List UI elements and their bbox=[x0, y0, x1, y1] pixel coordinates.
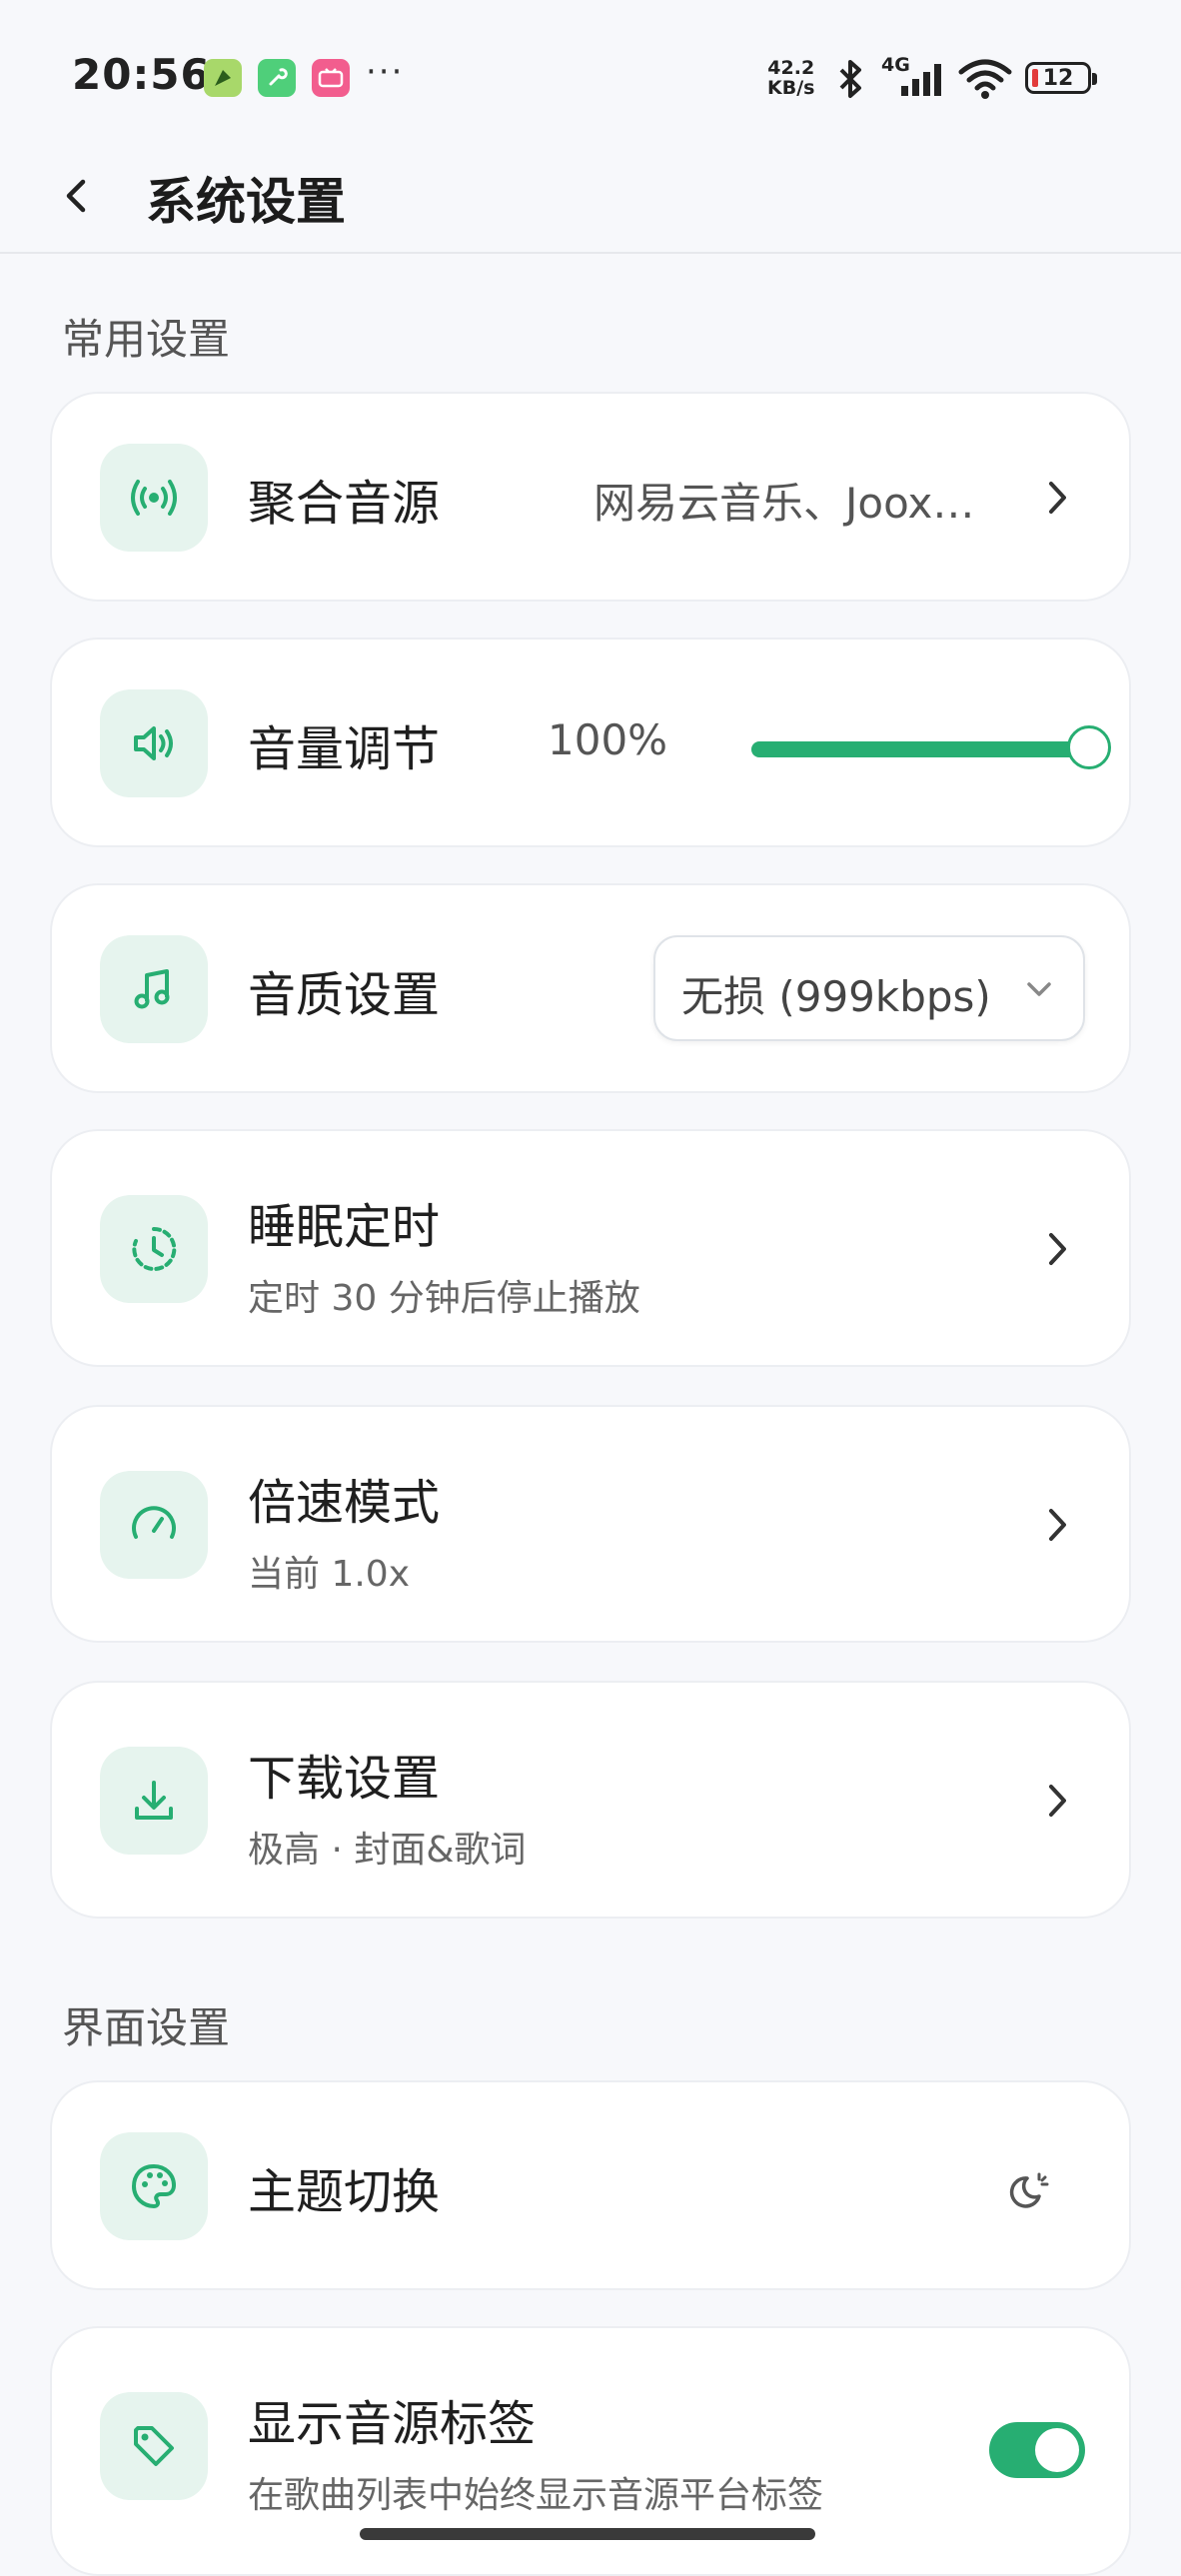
setting-card-speed[interactable]: 倍速模式 当前 1.0x bbox=[50, 1405, 1131, 1643]
theme-toggle-button[interactable] bbox=[1001, 2162, 1057, 2218]
setting-card-quality: 音质设置 无损 (999kbps) bbox=[50, 883, 1131, 1093]
quality-label: 音质设置 bbox=[248, 967, 441, 1023]
theme-icon-box bbox=[100, 2132, 208, 2240]
theme-label: 主题切换 bbox=[248, 2164, 441, 2220]
chevron-right-icon bbox=[1037, 1229, 1077, 1269]
bluetooth-icon bbox=[839, 60, 861, 98]
app-notification-icon-1 bbox=[204, 59, 242, 97]
volume-slider-thumb[interactable] bbox=[1067, 725, 1111, 769]
timer-icon bbox=[132, 1226, 177, 1271]
chevron-down-icon bbox=[1027, 982, 1051, 996]
music-note-icon bbox=[134, 969, 170, 1009]
quality-select[interactable]: 无损 (999kbps) bbox=[653, 935, 1085, 1041]
status-time: 20:56 bbox=[72, 50, 211, 99]
wifi-icon bbox=[958, 59, 1012, 99]
tag-icon-box bbox=[100, 2392, 208, 2500]
toggle-knob bbox=[1035, 2428, 1079, 2472]
setting-card-source[interactable]: 聚合音源 网易云音乐、Joox… bbox=[50, 392, 1131, 602]
volume-slider-fill bbox=[751, 741, 1089, 757]
cellular-signal-icon bbox=[901, 64, 941, 96]
download-icon bbox=[135, 1781, 173, 1820]
back-arrow-icon bbox=[66, 179, 86, 213]
network-speed-unit: KB/s bbox=[767, 77, 815, 99]
network-speed: 42.2 KB/s bbox=[767, 58, 814, 98]
tag-icon bbox=[134, 2426, 174, 2466]
download-subtitle: 极高 · 封面&歌词 bbox=[248, 1830, 527, 1871]
setting-card-download[interactable]: 下载设置 极高 · 封面&歌词 bbox=[50, 1681, 1131, 1919]
palette-icon bbox=[132, 2164, 176, 2208]
source-label: 聚合音源 bbox=[248, 476, 441, 532]
setting-card-theme: 主题切换 bbox=[50, 2080, 1131, 2290]
network-speed-value: 42.2 bbox=[767, 57, 815, 79]
broadcast-icon bbox=[131, 480, 177, 516]
bilibili-app-icon bbox=[312, 59, 350, 97]
download-icon-box bbox=[100, 1747, 208, 1855]
speaker-icon bbox=[134, 726, 173, 760]
speedometer-icon bbox=[132, 1506, 176, 1539]
source-tag-label: 显示音源标签 bbox=[248, 2396, 537, 2452]
sleep-icon-box bbox=[100, 1195, 208, 1303]
chevron-right-icon bbox=[1037, 478, 1077, 518]
volume-value: 100% bbox=[548, 715, 668, 764]
chevron-right-icon bbox=[1037, 1781, 1077, 1821]
speed-subtitle: 当前 1.0x bbox=[248, 1554, 411, 1595]
volume-label: 音量调节 bbox=[248, 721, 441, 777]
source-icon-box bbox=[100, 444, 208, 552]
source-tag-toggle[interactable] bbox=[989, 2422, 1085, 2478]
download-label: 下载设置 bbox=[248, 1751, 441, 1807]
speed-label: 倍速模式 bbox=[248, 1475, 441, 1531]
status-bar: 20:56 ··· 42.2 KB/s 4G 12 bbox=[0, 0, 1181, 140]
home-indicator[interactable] bbox=[360, 2528, 815, 2540]
page-title: 系统设置 bbox=[146, 173, 346, 231]
quality-icon-box bbox=[100, 935, 208, 1043]
volume-icon-box bbox=[100, 689, 208, 797]
setting-card-sleep[interactable]: 睡眠定时 定时 30 分钟后停止播放 bbox=[50, 1129, 1131, 1367]
top-app-bar: 系统设置 bbox=[0, 140, 1181, 254]
wrench-app-icon bbox=[258, 59, 296, 97]
sleep-label: 睡眠定时 bbox=[248, 1199, 441, 1255]
setting-card-volume: 音量调节 100% bbox=[50, 638, 1131, 847]
theme-mode-icon bbox=[1009, 2172, 1049, 2208]
back-button[interactable] bbox=[48, 168, 104, 224]
speed-icon-box bbox=[100, 1471, 208, 1579]
more-notifications-icon: ··· bbox=[366, 52, 405, 92]
chevron-right-icon bbox=[1037, 1505, 1077, 1545]
quality-selected-value: 无损 (999kbps) bbox=[681, 972, 991, 1021]
volume-slider[interactable] bbox=[751, 725, 1111, 769]
battery-indicator: 12 bbox=[1025, 62, 1097, 94]
source-tag-subtitle: 在歌曲列表中始终显示音源平台标签 bbox=[248, 2475, 824, 2516]
section-title-common: 常用设置 bbox=[62, 315, 231, 364]
section-title-interface: 界面设置 bbox=[62, 2003, 231, 2052]
sleep-subtitle: 定时 30 分钟后停止播放 bbox=[248, 1278, 640, 1319]
source-value: 网易云音乐、Joox… bbox=[593, 479, 975, 528]
